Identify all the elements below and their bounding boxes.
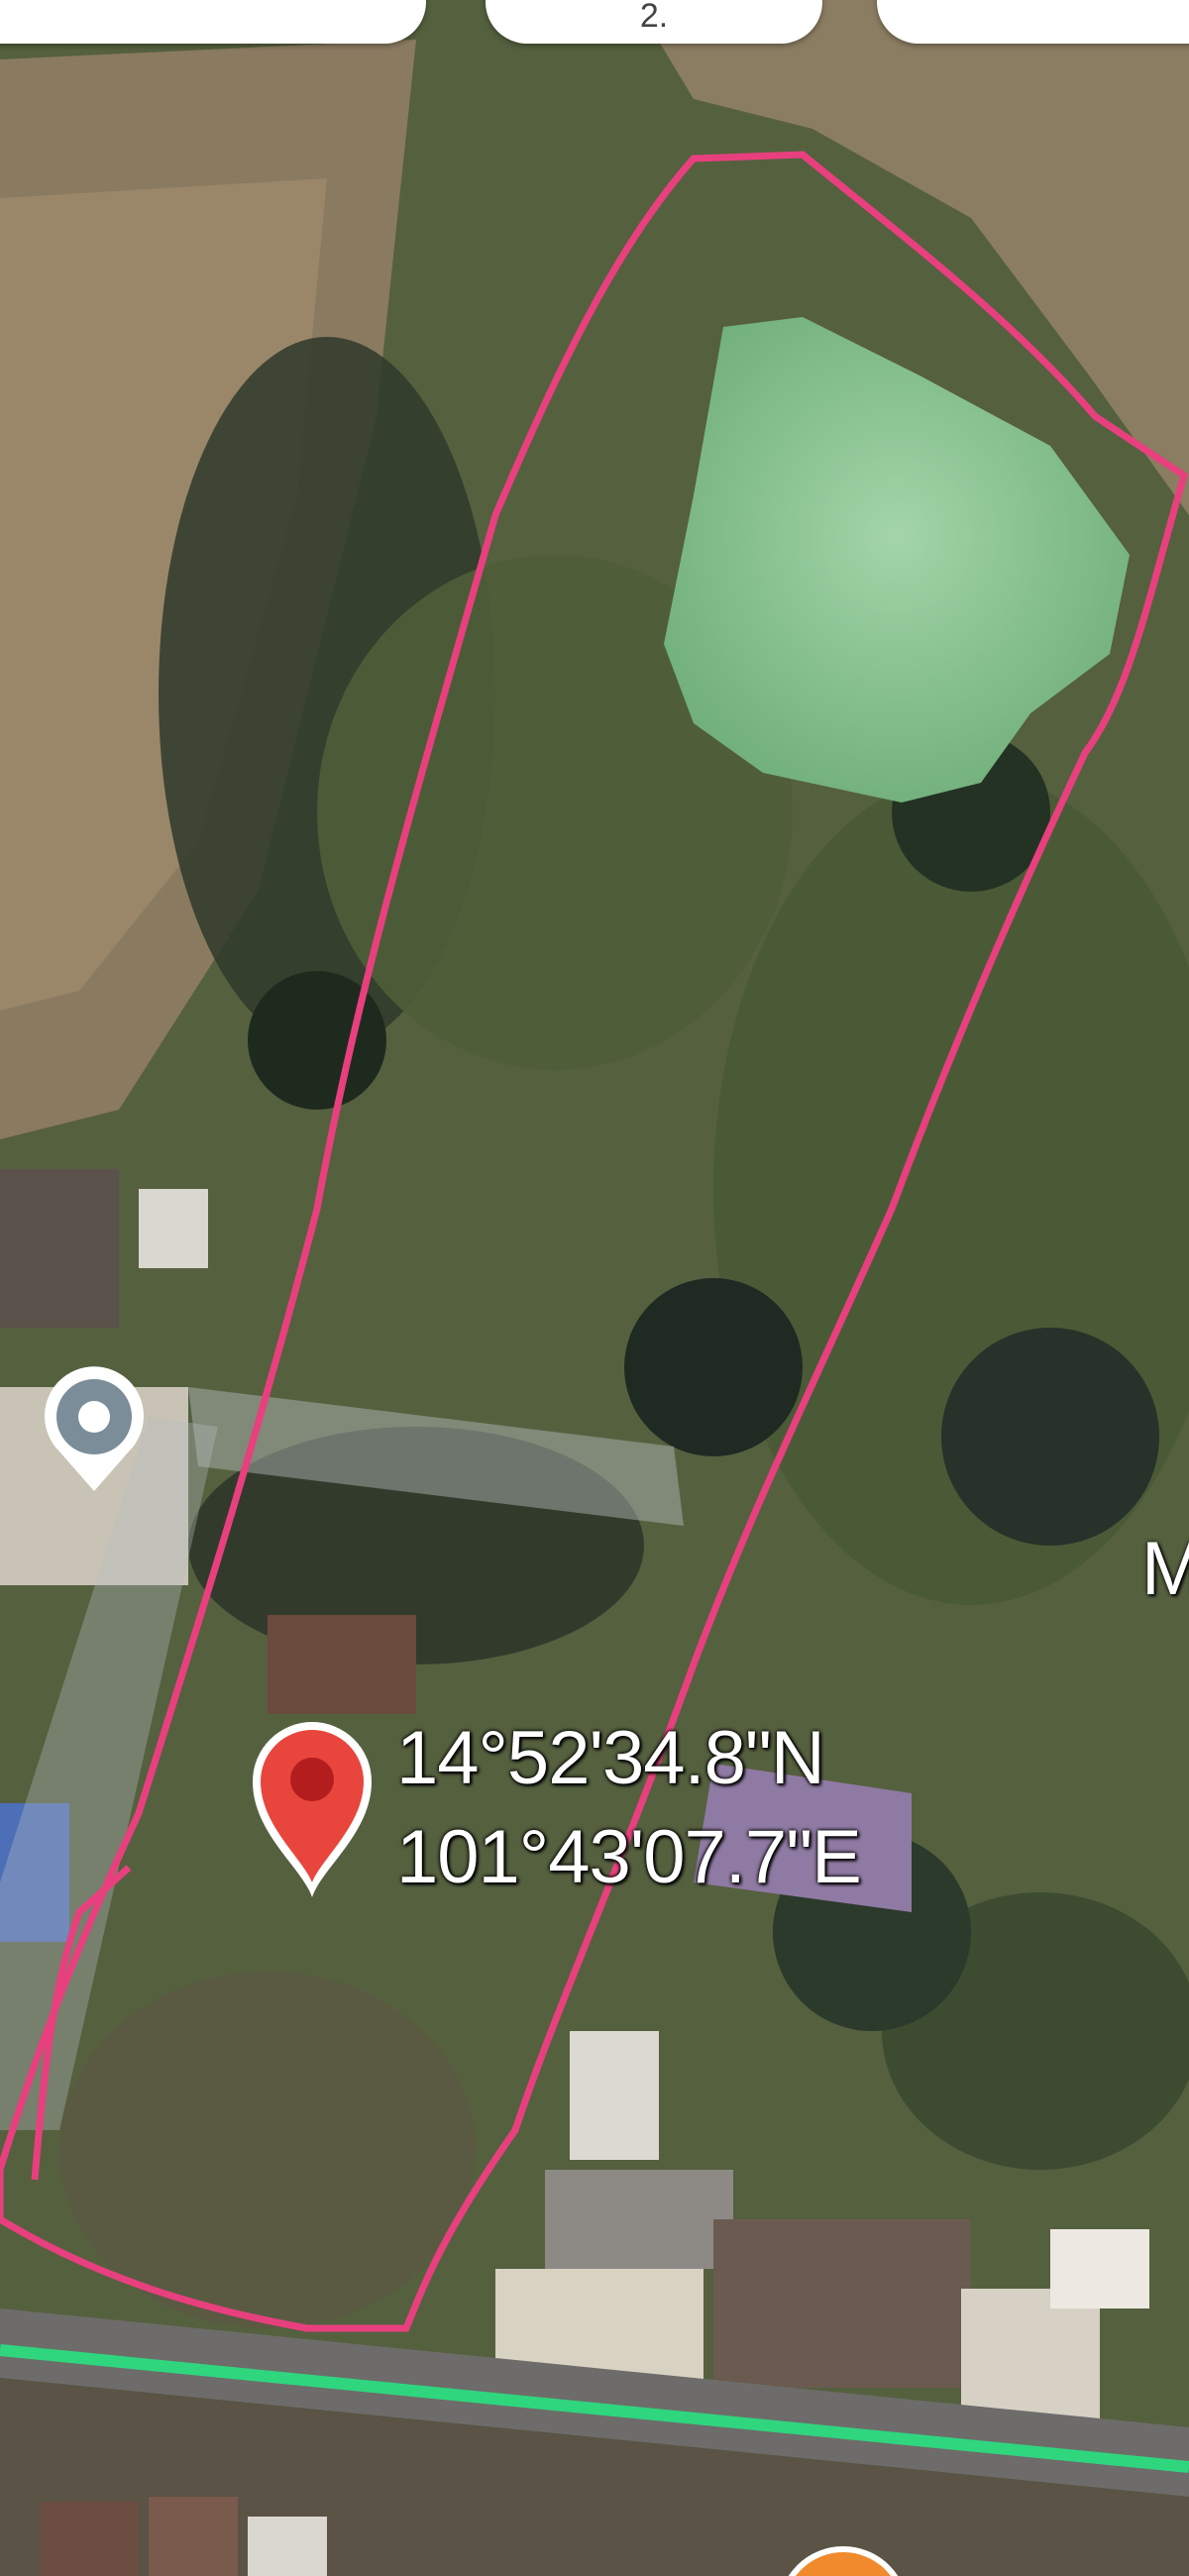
map-pin-icon[interactable]: [243, 1704, 381, 1907]
satellite-map[interactable]: 2. 14°52'34.8"N 101°43'07.7"E M: [0, 0, 1189, 2576]
place-label[interactable]: M: [1141, 1526, 1189, 1612]
location-dot-icon[interactable]: [40, 1357, 149, 1501]
top-chip-2-label: 2.: [639, 0, 669, 35]
pin-latitude: 14°52'34.8"N: [396, 1716, 825, 1800]
map-imagery: [0, 0, 1189, 2576]
top-chip-3[interactable]: [877, 0, 1189, 44]
top-chip-2[interactable]: 2.: [486, 0, 822, 44]
pin-longitude: 101°43'07.7"E: [396, 1815, 862, 1899]
top-chip-1[interactable]: [0, 0, 426, 44]
pin-coordinates: 14°52'34.8"N 101°43'07.7"E: [396, 1709, 862, 1907]
